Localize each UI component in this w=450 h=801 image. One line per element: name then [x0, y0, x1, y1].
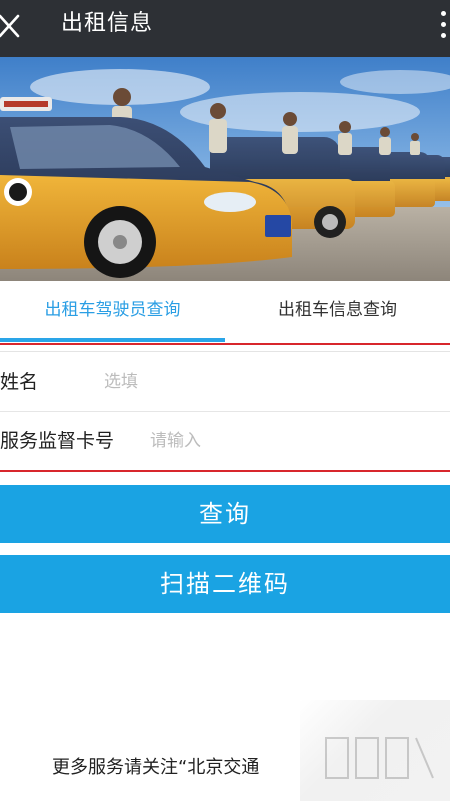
query-form: 姓名 服务监督卡号: [0, 351, 450, 469]
more-vertical-icon[interactable]: [432, 8, 450, 48]
highlight-line-bottom: [0, 470, 450, 472]
query-button[interactable]: 查询: [0, 485, 450, 543]
page-title: 出租信息: [61, 11, 154, 36]
page: 出租信息 出租车驾驶员查询 出租车信息查询 姓名 选填 服务监督卡号 请输入 查…: [0, 0, 450, 801]
query-tabs: 出租车驾驶员查询 出租车信息查询: [0, 281, 450, 343]
name-row: 姓名: [0, 354, 450, 412]
highlight-line-top: [0, 343, 450, 345]
card-number-row: 服务监督卡号: [0, 413, 450, 471]
card-number-field[interactable]: [150, 425, 440, 457]
card-number-label: 服务监督卡号: [0, 430, 115, 452]
close-icon[interactable]: [0, 8, 26, 46]
active-tab-indicator: [0, 338, 225, 342]
tab-vehicle-query[interactable]: 出租车信息查询: [225, 281, 450, 343]
footer-follow-text: 更多服务请关注“北京交通: [52, 757, 260, 778]
name-label: 姓名: [0, 371, 39, 393]
header-bar: 出租信息: [0, 0, 450, 57]
name-field[interactable]: [104, 366, 434, 398]
watermark-logo-icon: [325, 737, 434, 779]
taxi-fleet-banner: [0, 57, 450, 281]
scan-qrcode-button[interactable]: 扫描二维码: [0, 555, 450, 613]
tab-driver-query[interactable]: 出租车驾驶员查询: [0, 281, 225, 343]
